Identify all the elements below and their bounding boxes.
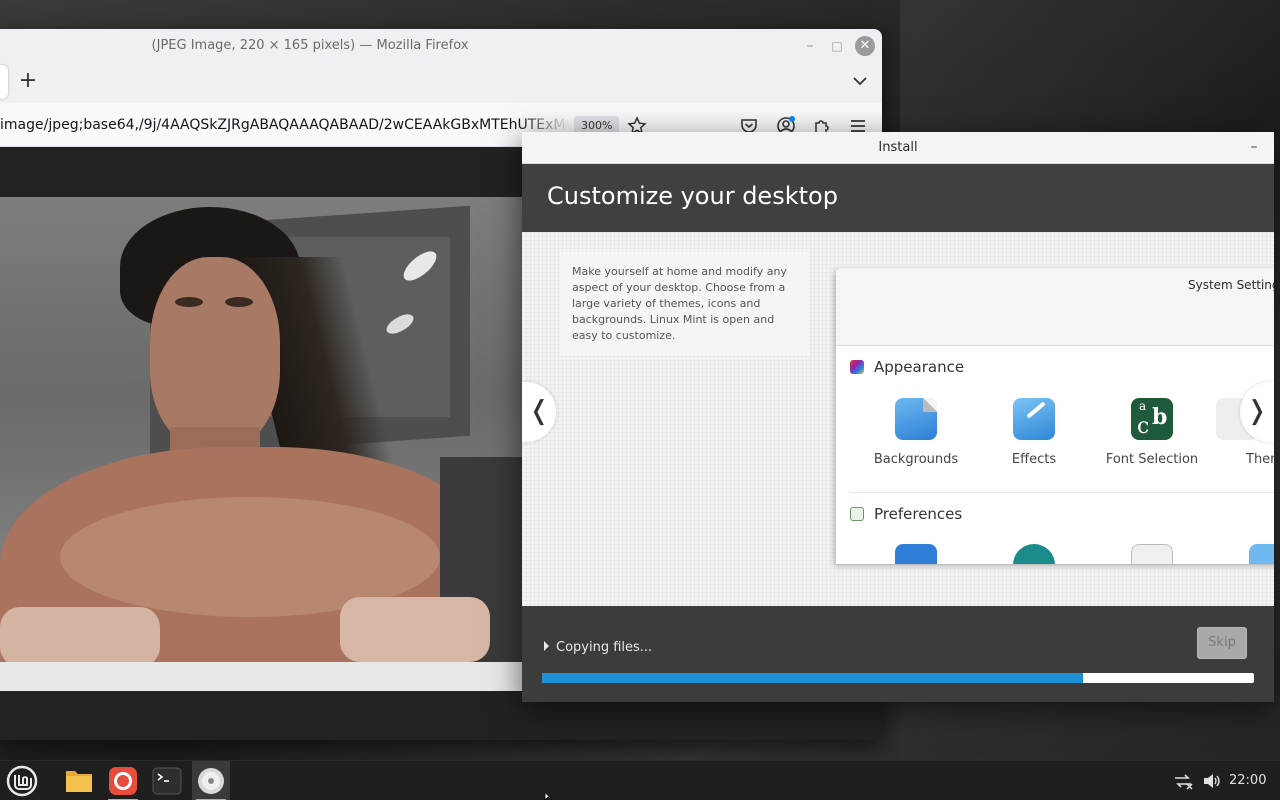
tab-active[interactable] bbox=[0, 65, 8, 99]
volume-control[interactable] bbox=[1201, 771, 1223, 795]
installer-footer: Copying files... Skip bbox=[522, 606, 1274, 702]
settings-preview-titlebar: System Settings bbox=[836, 268, 1274, 346]
firefox-icon bbox=[109, 767, 137, 795]
account-details-icon bbox=[1013, 544, 1055, 564]
effects-icon bbox=[1013, 398, 1055, 440]
slide-heading: Customize your desktop bbox=[547, 182, 838, 210]
taskbar: 22:00 bbox=[0, 760, 1280, 800]
slide-description: Make yourself at home and modify any asp… bbox=[560, 252, 810, 356]
installer-launcher[interactable] bbox=[192, 761, 230, 800]
cursor-icon bbox=[544, 793, 553, 800]
settings-item-effects: Effects bbox=[979, 398, 1089, 467]
chevron-down-icon bbox=[853, 77, 867, 86]
url-bar[interactable]: image/jpeg;base64,/9j/4AAQSkZJRgABAQAAAQ… bbox=[0, 109, 570, 141]
font-selection-icon: acb bbox=[1131, 398, 1173, 440]
files-launcher[interactable] bbox=[60, 761, 98, 800]
section-appearance: Appearance bbox=[850, 358, 964, 376]
new-tab-button[interactable]: + bbox=[16, 69, 40, 93]
installer-titlebar: Install – bbox=[522, 132, 1274, 164]
previous-slide-button[interactable]: ❬ bbox=[522, 382, 556, 442]
settings-item-label: Font Selection bbox=[1105, 452, 1199, 467]
accessibility-icon bbox=[895, 544, 937, 564]
system-settings-preview: System Settings Appearance Backgrounds E… bbox=[836, 268, 1274, 564]
terminal-launcher[interactable] bbox=[148, 761, 186, 800]
section-appearance-label: Appearance bbox=[874, 358, 965, 376]
settings-item-label: Them bbox=[1246, 452, 1274, 467]
mint-menu-icon bbox=[6, 765, 38, 797]
skip-button[interactable]: Skip bbox=[1197, 627, 1247, 659]
section-preferences-label: Preferences bbox=[874, 505, 963, 523]
slideshow-area: Make yourself at home and modify any asp… bbox=[522, 232, 1274, 606]
progress-fill bbox=[542, 673, 1084, 683]
close-button[interactable]: ✕ bbox=[855, 36, 875, 56]
settings-item-label: Effects bbox=[1011, 452, 1057, 467]
settings-item-font-selection: acb Font Selection bbox=[1097, 398, 1207, 467]
progress-status-toggle[interactable]: Copying files... bbox=[544, 640, 652, 655]
installer-minimize-button[interactable]: – bbox=[1244, 137, 1264, 157]
terminal-icon bbox=[152, 767, 182, 795]
network-status[interactable] bbox=[1172, 771, 1194, 795]
settings-preview-title: System Settings bbox=[1188, 278, 1274, 292]
applets-icon bbox=[1131, 544, 1173, 564]
installer-header: Customize your desktop bbox=[522, 164, 1274, 232]
clock[interactable]: 22:00 bbox=[1229, 773, 1266, 788]
backgrounds-icon bbox=[895, 398, 937, 440]
settings-item-label: Backgrounds bbox=[873, 452, 959, 467]
folder-icon bbox=[66, 771, 92, 792]
list-all-tabs-button[interactable] bbox=[850, 71, 870, 91]
mint-menu-button[interactable] bbox=[3, 761, 41, 800]
preferences-icon bbox=[850, 507, 864, 521]
install-progress-bar bbox=[542, 673, 1254, 683]
palette-icon bbox=[850, 360, 864, 374]
installer-window: Install – Customize your desktop Make yo… bbox=[522, 132, 1274, 702]
minimize-button[interactable]: – bbox=[800, 36, 820, 56]
network-disconnected-icon bbox=[1175, 774, 1193, 790]
firefox-launcher[interactable] bbox=[104, 761, 142, 800]
section-divider bbox=[850, 492, 1274, 493]
date-time-icon bbox=[1249, 544, 1274, 564]
maximize-button[interactable]: □ bbox=[827, 36, 847, 56]
firefox-titlebar: (JPEG Image, 220 × 165 pixels) — Mozilla… bbox=[0, 29, 882, 63]
installer-title: Install bbox=[878, 140, 918, 155]
window-title: (JPEG Image, 220 × 165 pixels) — Mozilla… bbox=[151, 38, 469, 53]
speaker-icon bbox=[1204, 774, 1220, 788]
tab-bar: + bbox=[0, 63, 882, 103]
disc-installer-icon bbox=[198, 768, 224, 794]
section-preferences: Preferences bbox=[850, 505, 962, 523]
settings-item-backgrounds: Backgrounds bbox=[861, 398, 971, 467]
jpeg-image bbox=[0, 197, 522, 691]
